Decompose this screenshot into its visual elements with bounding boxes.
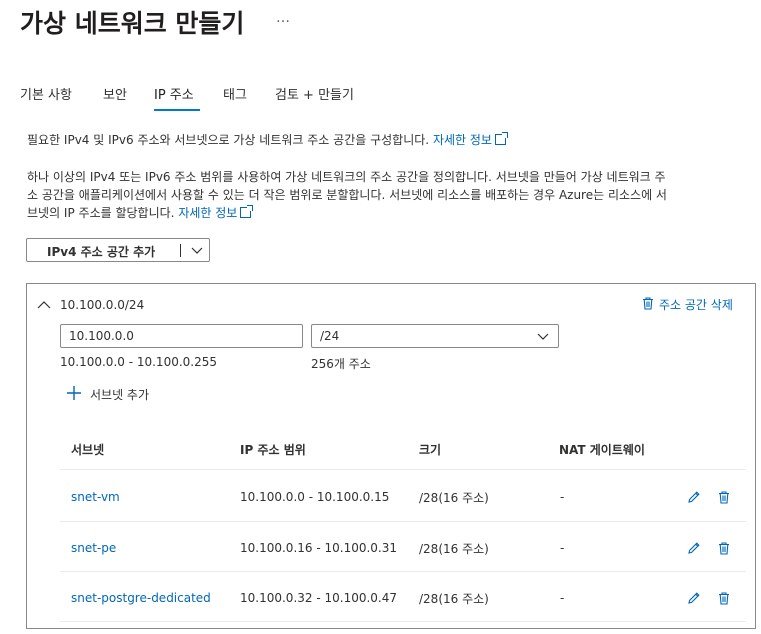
address-range-hint: 10.100.0.0 - 10.100.0.255 bbox=[60, 355, 218, 369]
trash-icon bbox=[642, 296, 654, 313]
intro-learn-more-link[interactable]: 자세한 정보 bbox=[433, 132, 508, 147]
subnet-nat: - bbox=[560, 490, 565, 504]
external-link-icon bbox=[240, 205, 254, 218]
address-count-hint: 256개 주소 bbox=[311, 357, 371, 371]
plus-icon bbox=[66, 385, 82, 404]
description-learn-more-link[interactable]: 자세한 정보 bbox=[178, 205, 254, 220]
description-line: 소 공간을 애플리케이션에서 사용할 수 있는 더 작은 범위로 분할합니다. … bbox=[27, 188, 667, 202]
edit-icon[interactable] bbox=[687, 489, 701, 508]
subnet-nat: - bbox=[560, 591, 565, 605]
trash-icon[interactable] bbox=[718, 489, 730, 508]
tab-tags[interactable]: 태그 bbox=[223, 84, 247, 103]
trash-icon[interactable] bbox=[718, 540, 730, 559]
chevron-down-icon bbox=[536, 329, 550, 346]
subnet-range: 10.100.0.32 - 10.100.0.47 bbox=[240, 591, 398, 605]
table-divider bbox=[60, 469, 746, 470]
column-header-subnet: 서브넷 bbox=[71, 443, 105, 457]
intro-paragraph: 필요한 IPv4 및 IPv6 주소와 서브넷으로 가상 네트워크 주소 공간을… bbox=[27, 131, 757, 149]
table-row-divider bbox=[60, 521, 746, 522]
intro-text: 필요한 IPv4 및 IPv6 주소와 서브넷으로 가상 네트워크 주소 공간을… bbox=[27, 133, 430, 147]
chevron-down-icon bbox=[190, 243, 204, 260]
chevron-up-icon[interactable] bbox=[37, 296, 51, 315]
subnet-name-link[interactable]: snet-postgre-dedicated bbox=[71, 591, 211, 605]
column-header-ip-range: IP 주소 범위 bbox=[240, 443, 306, 457]
column-header-size: 크기 bbox=[419, 443, 442, 457]
subnet-name-link[interactable]: snet-pe bbox=[71, 541, 116, 555]
column-header-nat-gateway: NAT 게이트웨이 bbox=[559, 443, 645, 457]
edit-icon[interactable] bbox=[687, 540, 701, 559]
table-row-divider bbox=[60, 621, 746, 622]
tab-security[interactable]: 보안 bbox=[103, 84, 127, 103]
delete-address-space-button[interactable]: 주소 공간 삭제 bbox=[642, 296, 733, 313]
description-line: 하나 이상의 IPv4 또는 IPv6 주소 범위를 사용하여 가상 네트워크의… bbox=[27, 170, 666, 184]
subnet-size: /28(16 주소) bbox=[419, 542, 489, 556]
subnet-nat: - bbox=[560, 541, 565, 555]
trash-icon[interactable] bbox=[718, 590, 730, 609]
page-title: 가상 네트워크 만들기 bbox=[20, 9, 245, 38]
address-space-name: 10.100.0.0/24 bbox=[60, 298, 145, 312]
subnet-name-link[interactable]: snet-vm bbox=[71, 490, 120, 504]
active-tab-indicator bbox=[154, 109, 200, 111]
add-ipv4-address-space-button[interactable]: IPv4 주소 공간 추가 bbox=[26, 238, 210, 262]
tab-ip-addresses[interactable]: IP 주소 bbox=[154, 84, 194, 103]
button-divider bbox=[180, 244, 181, 257]
table-row-divider bbox=[60, 571, 746, 572]
add-subnet-button[interactable]: 서브넷 추가 bbox=[66, 385, 149, 404]
description-paragraph: 하나 이상의 IPv4 또는 IPv6 주소 범위를 사용하여 가상 네트워크의… bbox=[27, 168, 757, 222]
external-link-icon bbox=[494, 132, 508, 145]
subnet-range: 10.100.0.0 - 10.100.0.15 bbox=[240, 490, 390, 504]
edit-icon[interactable] bbox=[687, 590, 701, 609]
subnet-range: 10.100.0.16 - 10.100.0.31 bbox=[240, 541, 398, 555]
more-options-icon[interactable]: … bbox=[276, 10, 291, 26]
prefix-select[interactable]: /24 bbox=[311, 324, 559, 348]
subnet-size: /28(16 주소) bbox=[419, 491, 489, 505]
tab-review-create[interactable]: 검토 + 만들기 bbox=[275, 84, 354, 103]
description-line: 브넷의 IP 주소를 할당합니다. 자세한 정보 bbox=[27, 204, 757, 222]
subnet-size: /28(16 주소) bbox=[419, 592, 489, 606]
address-input[interactable]: 10.100.0.0 bbox=[60, 324, 303, 348]
tab-basics[interactable]: 기본 사항 bbox=[20, 84, 72, 103]
